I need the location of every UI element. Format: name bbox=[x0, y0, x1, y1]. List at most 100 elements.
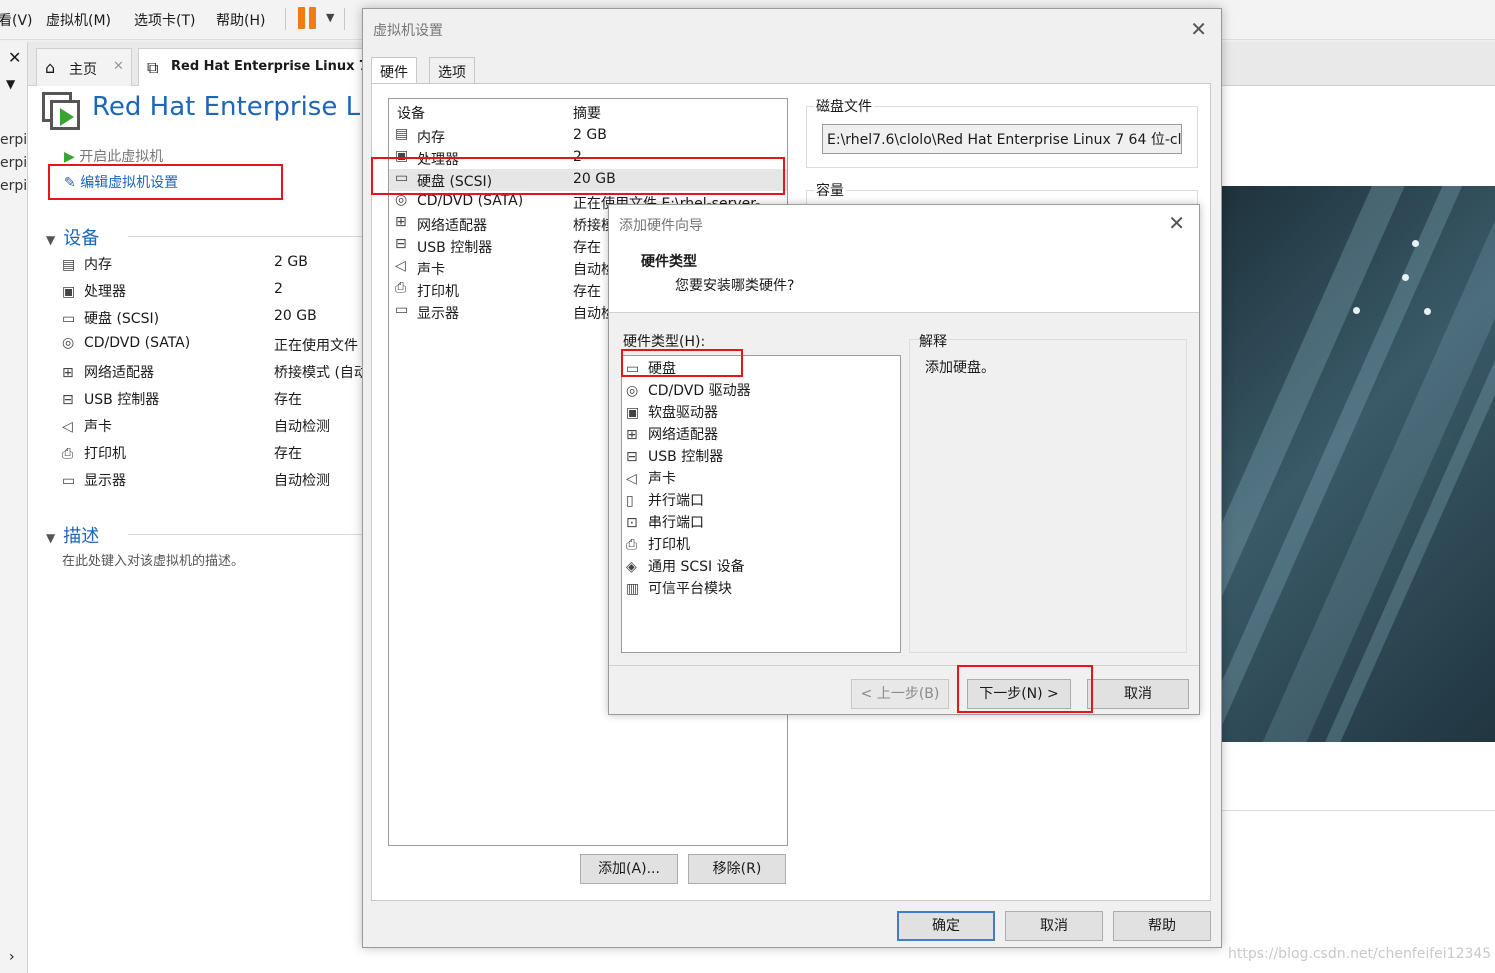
devices-heading[interactable]: ▼ 设备 bbox=[46, 224, 99, 250]
device-row-harddisk[interactable]: ▭ 硬盘 (SCSI) 20 GB bbox=[62, 308, 382, 330]
tab-home[interactable]: ⌂ 主页 ✕ bbox=[36, 48, 132, 86]
cdrom-icon: ◎ bbox=[395, 192, 408, 208]
library-item[interactable]: erpi bbox=[0, 132, 28, 148]
close-icon[interactable]: ✕ bbox=[8, 48, 21, 67]
hardware-type-list[interactable]: ▭ 硬盘 ◎ CD/DVD 驱动器 ▣ 软盘驱动器 ⊞ 网络适配器 ⊟ USB 控制器 ◁… bbox=[621, 355, 901, 653]
divider bbox=[128, 534, 388, 535]
chevron-down-icon[interactable]: ▼ bbox=[6, 77, 15, 91]
network-icon: ⊞ bbox=[395, 214, 407, 230]
divider bbox=[128, 236, 388, 237]
explanation-group bbox=[909, 339, 1187, 653]
harddisk-icon: ▭ bbox=[395, 170, 409, 186]
menu-vm[interactable]: 虚拟机(M) bbox=[46, 10, 111, 30]
wizard-step-question: 您要安装哪类硬件? bbox=[675, 278, 795, 294]
wizard-header: 添加硬件向导 ✕ 硬件类型 您要安装哪类硬件? bbox=[609, 205, 1199, 313]
add-hardware-button[interactable]: 添加(A)... bbox=[580, 854, 678, 884]
menu-help[interactable]: 帮助(H) bbox=[216, 10, 265, 30]
tab-label: Red Hat Enterprise Linux 7 ... bbox=[171, 59, 388, 74]
power-on-link[interactable]: ▶ 开启此虚拟机 bbox=[64, 146, 163, 166]
menu-tabs[interactable]: 选项卡(T) bbox=[134, 10, 195, 30]
network-icon: ⊞ bbox=[626, 427, 638, 443]
power-on-label: 开启此虚拟机 bbox=[79, 149, 164, 165]
library-strip: ✕ ▼ erpi erpi erpi › bbox=[0, 42, 28, 973]
disk-file-path-field[interactable]: E:\rhel7.6\clolo\Red Hat Enterprise Linu… bbox=[822, 124, 1182, 154]
harddisk-icon: ▭ bbox=[62, 311, 76, 327]
hw-type-network[interactable]: ⊞ 网络适配器 bbox=[626, 424, 718, 446]
usb-icon: ⊟ bbox=[62, 392, 74, 408]
menu-separator bbox=[344, 8, 345, 30]
cancel-button[interactable]: 取消 bbox=[1005, 911, 1103, 941]
printer-icon: ⎙ bbox=[626, 537, 638, 553]
tab-options[interactable]: 选项 bbox=[429, 57, 475, 83]
hw-type-harddisk[interactable]: ▭ 硬盘 bbox=[626, 358, 676, 380]
next-button[interactable]: 下一步(N) > bbox=[967, 679, 1071, 709]
chevron-right-icon[interactable]: › bbox=[9, 949, 15, 965]
hw-type-tpm[interactable]: ▥ 可信平台模块 bbox=[626, 578, 732, 600]
sound-icon: ◁ bbox=[395, 258, 406, 274]
close-icon[interactable]: ✕ bbox=[1168, 211, 1185, 235]
tab-hardware[interactable]: 硬件 bbox=[371, 57, 417, 85]
explanation-text: 添加硬盘。 bbox=[925, 360, 995, 376]
capacity-label: 容量 bbox=[814, 180, 846, 200]
edit-settings-icon: ✎ bbox=[64, 175, 76, 191]
tab-label: 主页 bbox=[69, 62, 97, 78]
description-field[interactable]: 在此处键入对该虚拟机的描述。 bbox=[62, 550, 244, 569]
menu-view[interactable]: 看(V) bbox=[0, 10, 33, 30]
device-row-cdrom[interactable]: ◎ CD/DVD (SATA) 正在使用文件 bbox=[62, 335, 382, 357]
cpu-icon: ▣ bbox=[395, 148, 409, 164]
remove-hardware-button[interactable]: 移除(R) bbox=[688, 854, 786, 884]
pause-icon[interactable] bbox=[298, 7, 318, 29]
ok-button[interactable]: 确定 bbox=[897, 911, 995, 941]
page-title: Red Hat Enterprise Linu bbox=[92, 92, 401, 122]
hw-type-sound[interactable]: ◁ 声卡 bbox=[626, 468, 676, 490]
column-header-summary[interactable]: 摘要 bbox=[573, 103, 601, 123]
back-button[interactable]: < 上一步(B) bbox=[851, 679, 949, 709]
edit-settings-link[interactable]: ✎ 编辑虚拟机设置 bbox=[64, 172, 178, 192]
chevron-down-icon[interactable]: ▼ bbox=[326, 11, 334, 24]
printer-icon: ⎙ bbox=[395, 280, 407, 296]
library-item[interactable]: erpi bbox=[0, 155, 28, 171]
device-list-row-cpu[interactable]: ▣ 处理器 2 bbox=[389, 147, 787, 169]
play-icon: ▶ bbox=[64, 149, 75, 165]
hw-type-usb[interactable]: ⊟ USB 控制器 bbox=[626, 446, 723, 468]
watermark-text: https://blog.csdn.net/chenfeifei12345 bbox=[1228, 946, 1492, 962]
device-list-row-memory[interactable]: ▤ 内存 2 GB bbox=[389, 125, 787, 147]
tab-vm[interactable]: ⧉ Red Hat Enterprise Linux 7 ... bbox=[138, 48, 387, 86]
hw-type-parallel-port[interactable]: ▯ 并行端口 bbox=[626, 490, 704, 512]
decor-dot bbox=[1353, 307, 1360, 314]
usb-icon: ⊟ bbox=[395, 236, 407, 252]
floppy-icon: ▣ bbox=[626, 405, 640, 421]
display-icon: ▭ bbox=[62, 473, 76, 489]
vm-preview-thumbnail[interactable] bbox=[1222, 186, 1495, 742]
menu-separator bbox=[285, 8, 286, 30]
hw-type-serial-port[interactable]: ⊡ 串行端口 bbox=[626, 512, 704, 534]
printer-icon: ⎙ bbox=[62, 446, 74, 462]
network-icon: ⊞ bbox=[62, 365, 74, 381]
description-heading[interactable]: ▼ 描述 bbox=[46, 522, 99, 548]
hw-type-floppy[interactable]: ▣ 软盘驱动器 bbox=[626, 402, 718, 424]
hw-type-scsi[interactable]: ◈ 通用 SCSI 设备 bbox=[626, 556, 745, 578]
device-row-sound[interactable]: ◁ 声卡 自动检测 bbox=[62, 416, 382, 438]
serial-port-icon: ⊡ bbox=[626, 515, 638, 531]
column-header-device[interactable]: 设备 bbox=[397, 103, 425, 123]
device-row-network[interactable]: ⊞ 网络适配器 桥接模式 (自动) bbox=[62, 362, 382, 384]
device-list-row-harddisk[interactable]: ▭ 硬盘 (SCSI) 20 GB bbox=[389, 169, 787, 191]
close-icon[interactable]: ✕ bbox=[113, 59, 124, 74]
hw-type-cdrom[interactable]: ◎ CD/DVD 驱动器 bbox=[626, 380, 751, 402]
close-icon[interactable]: ✕ bbox=[1190, 17, 1207, 41]
vm-icon: ⧉ bbox=[147, 58, 159, 77]
cancel-button[interactable]: 取消 bbox=[1087, 679, 1189, 709]
device-row-cpu[interactable]: ▣ 处理器 2 bbox=[62, 281, 382, 303]
parallel-port-icon: ▯ bbox=[626, 493, 634, 509]
hw-type-printer[interactable]: ⎙ 打印机 bbox=[626, 534, 690, 556]
help-button[interactable]: 帮助 bbox=[1113, 911, 1211, 941]
library-item[interactable]: erpi bbox=[0, 178, 28, 194]
decor-dot bbox=[1402, 274, 1409, 281]
device-row-usb[interactable]: ⊟ USB 控制器 存在 bbox=[62, 389, 382, 411]
add-hardware-wizard: 添加硬件向导 ✕ 硬件类型 您要安装哪类硬件? 硬件类型(H): ▭ 硬盘 ◎ CD… bbox=[608, 204, 1200, 715]
device-row-display[interactable]: ▭ 显示器 自动检测 bbox=[62, 470, 382, 492]
device-row-memory[interactable]: ▤ 内存 2 GB bbox=[62, 254, 382, 276]
device-row-printer[interactable]: ⎙ 打印机 存在 bbox=[62, 443, 382, 465]
vm-logo-icon bbox=[42, 92, 80, 130]
divider bbox=[609, 665, 1199, 666]
